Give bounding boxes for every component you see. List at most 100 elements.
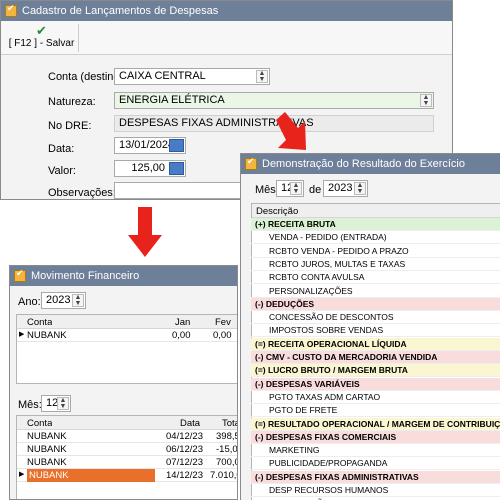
cell-data: 14/12/23 <box>166 470 203 481</box>
app-icon <box>245 156 257 170</box>
window-title: Cadastro de Lançamentos de Despesas <box>22 5 219 17</box>
dre-group-row[interactable]: (=) RESULTADO OPERACIONAL / MARGEM DE CO… <box>251 417 500 431</box>
cell-conta: NUBANK <box>27 431 67 442</box>
titlebar: Movimento Financeiro <box>10 266 237 286</box>
spinner-arrows-icon[interactable]: ▲ ▼ <box>354 182 366 195</box>
cell-total: 398,5 <box>216 431 238 442</box>
valor-label: Valor: <box>48 165 76 177</box>
cell-conta: NUBANK <box>27 330 67 341</box>
cell-data: 07/12/23 <box>166 457 203 468</box>
dropdown-arrows-icon[interactable]: ▲ ▼ <box>420 94 432 107</box>
table-row[interactable]: NUBANK 06/12/23 -15,0 <box>17 443 238 456</box>
dre-group-row[interactable]: (+) RECEITA BRUTA <box>251 218 500 231</box>
cell-conta: NUBANK <box>27 444 67 455</box>
dre-group-row[interactable]: (=) RECEITA OPERACIONAL LÍQUIDA <box>251 337 500 351</box>
dre-item-row[interactable]: CONCESSÃO DE DESCONTOS <box>251 311 500 325</box>
col-total: Tota <box>222 418 237 429</box>
obs-label: Observações: <box>48 187 116 199</box>
ano-value: 2023 <box>328 182 353 194</box>
spinner-arrows-icon[interactable]: ▲ ▼ <box>57 397 69 410</box>
ano-value: 2023 <box>46 294 71 306</box>
cell-data: 06/12/23 <box>166 444 203 455</box>
natureza-value: ENERGIA ELÉTRICA <box>119 94 225 106</box>
cell-total: 7.010,0 <box>210 470 237 481</box>
dre-group-row[interactable]: (-) DESPESAS VARIÁVEIS <box>251 377 500 391</box>
ano-input[interactable]: 2023 ▲ ▼ <box>41 292 86 309</box>
de-label: de <box>309 184 322 196</box>
dre-group-row[interactable]: (=) LUCRO BRUTO / MARGEM BRUTA <box>251 364 500 378</box>
spinner-arrows-icon[interactable]: ▲ ▼ <box>72 294 84 307</box>
dre-item-row[interactable]: IMPOSTOS SOBRE VENDAS <box>251 324 500 338</box>
mes-input[interactable]: 12 ▲ ▼ <box>41 395 71 412</box>
col-descricao: Descrição <box>256 206 299 217</box>
calendar-icon[interactable] <box>169 139 184 152</box>
spinner-arrows-icon[interactable]: ▲ ▼ <box>290 182 302 195</box>
date-value: 13/01/2024 <box>119 139 175 151</box>
dre-item-row[interactable]: PGTO TAXAS ADM CARTAO <box>251 391 500 404</box>
cell-conta-selected: NUBANK <box>27 469 155 482</box>
save-button[interactable]: ✔ [ F12 ] - Salvar <box>5 24 79 52</box>
conta-value: CAIXA CENTRAL <box>119 70 206 82</box>
titlebar: Cadastro de Lançamentos de Despesas <box>1 1 452 21</box>
dre-window: Demonstração do Resultado do Exercício M… <box>240 153 500 500</box>
date-input[interactable]: 13/01/2024 <box>114 137 186 154</box>
checkmark-icon: ✔ <box>36 23 47 38</box>
detail-grid: Conta Data Tota NUBANK 04/12/23 398,5 NU… <box>16 415 238 499</box>
col-jan: Jan <box>175 317 191 328</box>
cell-total: 700,0 <box>216 457 238 468</box>
row-pointer-icon: ▶ <box>19 331 25 338</box>
col-data: Data <box>180 418 201 429</box>
table-row[interactable]: NUBANK 07/12/23 700,0 <box>17 456 238 469</box>
dre-item-row[interactable]: RCBTO VENDA - PEDIDO A PRAZO <box>251 245 500 258</box>
dropdown-arrows-icon[interactable]: ▲ ▼ <box>256 70 268 83</box>
financial-movement-window: Movimento Financeiro Ano: 2023 ▲▼ Conta … <box>9 265 238 500</box>
window-title: Movimento Financeiro <box>31 270 140 282</box>
table-row[interactable]: NUBANK 04/12/23 398,5 <box>17 430 238 443</box>
dre-grid-header: Descrição <box>252 204 500 218</box>
table-row-selected[interactable]: ▶ NUBANK 14/12/23 7.010,0 <box>17 469 237 482</box>
calculator-icon[interactable] <box>169 162 184 175</box>
arrow-diagonal-icon <box>276 112 306 150</box>
row-pointer-icon: ▶ <box>19 471 25 478</box>
dre-group-row[interactable]: (-) DESPESAS FIXAS COMERCIAIS <box>251 430 500 444</box>
natureza-label: Natureza: <box>48 96 96 108</box>
col-conta: Conta <box>27 317 53 328</box>
mes-label: Mês: <box>18 399 42 411</box>
cell-jan: 0,00 <box>172 330 191 341</box>
summary-grid: Conta Jan Fev ▶ NUBANK 0,00 0,00 <box>16 314 237 384</box>
valor-input[interactable]: 125,00 <box>114 160 186 177</box>
toolbar: ✔ [ F12 ] - Salvar <box>1 21 452 55</box>
observacoes-input[interactable] <box>114 182 254 199</box>
app-icon <box>14 268 26 282</box>
dre-item-row[interactable]: RCBTO JUROS, MULTAS E TAXAS <box>251 258 500 271</box>
dre-group-row[interactable]: (-) CMV - CUSTO DA MERCADORIA VENDIDA <box>251 351 500 364</box>
data-label: Data: <box>48 143 75 155</box>
cell-total: -15,0 <box>216 444 238 455</box>
conta-select[interactable]: CAIXA CENTRAL ▲ ▼ <box>114 68 270 85</box>
arrow-down-icon <box>128 207 162 257</box>
summary-grid-header: Conta Jan Fev <box>17 315 237 329</box>
dre-item-row[interactable]: PERSONALIZAÇÕES <box>251 285 500 298</box>
dre-item-row[interactable]: DESP RECURSOS HUMANOS <box>251 484 500 497</box>
dre-item-row[interactable]: PGTO DE FRETE <box>251 404 500 418</box>
valor-value: 125,00 <box>131 162 165 174</box>
app-icon <box>5 3 17 17</box>
cell-data: 04/12/23 <box>166 431 203 442</box>
natureza-select[interactable]: ENERGIA ELÉTRICA ▲ ▼ <box>114 92 434 109</box>
dre-group-row[interactable]: (-) DESPESAS FIXAS ADMINISTRATIVAS <box>251 470 500 484</box>
dre-group-row[interactable]: (-) DEDUÇÕES <box>251 297 500 311</box>
ano-input[interactable]: 2023 ▲ ▼ <box>323 180 368 197</box>
col-fev: Fev <box>215 317 231 328</box>
dre-item-row[interactable]: RCBTO CONTA AVULSA <box>251 271 500 285</box>
dre-item-row[interactable]: MARKETING <box>251 444 500 458</box>
save-button-label: [ F12 ] - Salvar <box>8 38 75 49</box>
window-title: Demonstração do Resultado do Exercício <box>262 158 465 170</box>
mes-input[interactable]: 12 ▲ ▼ <box>276 180 304 197</box>
cell-fev: 0,00 <box>213 330 232 341</box>
table-row[interactable]: ▶ NUBANK 0,00 0,00 <box>17 329 237 342</box>
detail-grid-header: Conta Data Tota <box>17 416 237 430</box>
dre-item-row[interactable]: PUBLICIDADE/PROPAGANDA <box>251 457 500 471</box>
dre-item-row[interactable]: VENDA - PEDIDO (ENTRADA) <box>251 231 500 245</box>
titlebar: Demonstração do Resultado do Exercício <box>241 154 500 174</box>
cell-conta: NUBANK <box>27 457 67 468</box>
